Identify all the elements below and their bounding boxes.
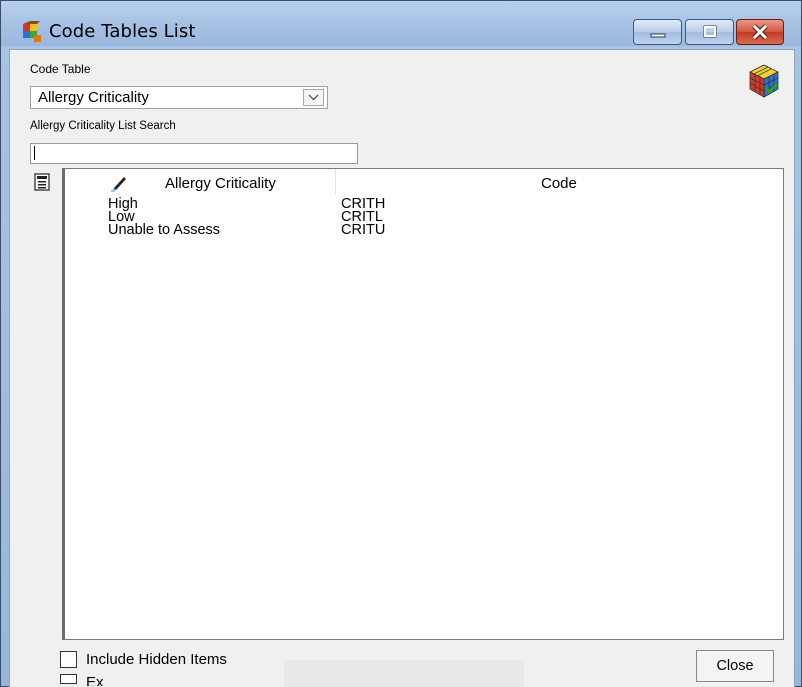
window-title: Code Tables List bbox=[49, 21, 196, 42]
list-header: Allergy Criticality Code bbox=[65, 169, 783, 197]
code-tables-list-window: Code Tables List Code Table Allergy Crit… bbox=[0, 0, 802, 687]
maximize-button[interactable] bbox=[685, 19, 734, 45]
app-icon bbox=[23, 21, 41, 42]
chevron-down-icon bbox=[308, 94, 319, 101]
title-bar[interactable]: Code Tables List bbox=[1, 1, 801, 46]
row-name: Unable to Assess bbox=[108, 222, 221, 238]
column-header-name[interactable]: Allergy Criticality bbox=[165, 175, 276, 192]
rubiks-cube-icon bbox=[749, 64, 779, 98]
code-table-selected-value: Allergy Criticality bbox=[38, 89, 149, 106]
search-label: Allergy Criticality List Search bbox=[30, 120, 176, 132]
dropdown-button[interactable] bbox=[303, 89, 324, 106]
dialog-body: Code Table Allergy Criticality Allergy C… bbox=[9, 49, 795, 687]
column-header-code[interactable]: Code bbox=[541, 175, 577, 192]
edit-pen-icon[interactable] bbox=[109, 173, 129, 193]
maximize-icon bbox=[703, 25, 716, 38]
list-options-icon[interactable] bbox=[34, 173, 50, 191]
include-hidden-checkbox[interactable] bbox=[60, 651, 77, 668]
row-code: CRITU bbox=[341, 222, 386, 238]
minimize-icon bbox=[650, 33, 665, 38]
code-table-dropdown[interactable]: Allergy Criticality bbox=[30, 86, 328, 109]
close-button[interactable]: Close bbox=[696, 650, 774, 682]
table-row[interactable]: Unable to Assess CRITU bbox=[65, 222, 783, 238]
second-option-checkbox[interactable] bbox=[60, 674, 77, 684]
close-icon bbox=[752, 24, 768, 40]
background-overlay bbox=[284, 660, 524, 687]
table-row[interactable]: High CRITH bbox=[65, 197, 783, 212]
search-input[interactable] bbox=[30, 143, 358, 164]
code-table-label: Code Table bbox=[30, 62, 91, 76]
minimize-button[interactable] bbox=[633, 19, 682, 45]
text-caret bbox=[34, 146, 35, 160]
include-hidden-label: Include Hidden Items bbox=[86, 651, 227, 668]
code-list[interactable]: Allergy Criticality Code High CRITH Low … bbox=[62, 168, 784, 640]
window-close-button[interactable] bbox=[736, 19, 784, 45]
column-divider[interactable] bbox=[335, 169, 336, 195]
